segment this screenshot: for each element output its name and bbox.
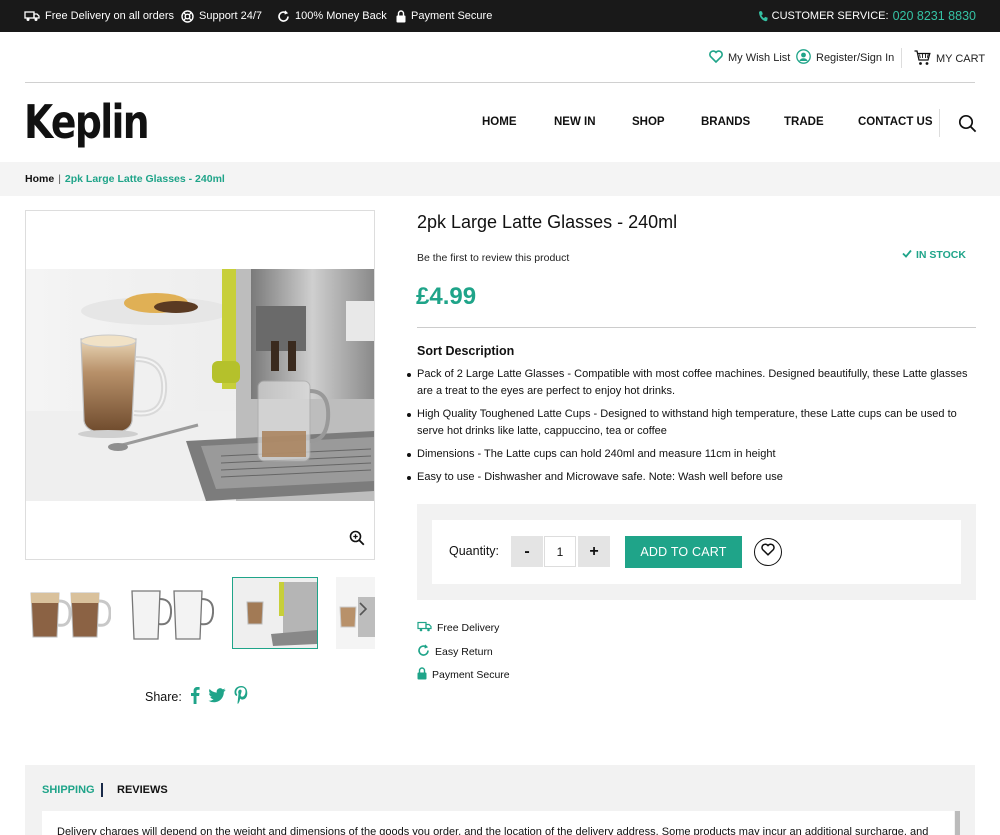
twitter-icon[interactable] <box>208 687 226 706</box>
facebook-icon[interactable] <box>190 686 200 707</box>
wishlist-label: My Wish List <box>728 52 791 64</box>
register-signin-label: Register/Sign In <box>816 52 895 64</box>
quantity-increase-button[interactable]: + <box>578 536 610 567</box>
nav-trade[interactable]: TRADE <box>784 116 824 128</box>
description-item: Dimensions - The Latte cups can hold 240… <box>407 446 972 463</box>
customer-service: CUSTOMER SERVICE: 020 8231 8830 <box>758 0 976 32</box>
nav-shop[interactable]: SHOP <box>632 116 665 128</box>
breadcrumb-separator: | <box>58 173 61 185</box>
user-icon <box>796 49 811 67</box>
money-back-text: 100% Money Back <box>295 10 387 22</box>
free-delivery-text: Free Delivery on all orders <box>45 10 174 22</box>
stock-label: IN STOCK <box>916 249 966 261</box>
payment-secure-text: Payment Secure <box>411 10 493 22</box>
quantity-label: Quantity: <box>449 544 500 558</box>
tab-reviews[interactable]: REVIEWS <box>117 784 168 796</box>
feature-free-delivery: Free Delivery <box>417 621 499 635</box>
description-title: Sort Description <box>417 344 515 358</box>
review-link[interactable]: Be the first to review this product <box>417 252 569 264</box>
support-notice: Support 24/7 <box>181 0 262 32</box>
top-bar: Free Delivery on all orders Support 24/7… <box>0 0 1000 32</box>
customer-service-phone[interactable]: 020 8231 8830 <box>893 9 976 23</box>
search-icon[interactable] <box>958 114 977 138</box>
description-item: Easy to use - Dishwasher and Microwave s… <box>407 469 972 486</box>
tab-shipping[interactable]: SHIPPING <box>42 784 95 796</box>
feature-label: Payment Secure <box>432 669 510 681</box>
truck-icon <box>24 10 40 22</box>
pinterest-icon[interactable] <box>234 686 248 707</box>
product-title: 2pk Large Latte Glasses - 240ml <box>417 212 678 232</box>
cart-icon <box>914 49 931 69</box>
thumbnail-1[interactable] <box>25 577 111 649</box>
thumbnail-4-partial[interactable] <box>336 577 375 649</box>
logo[interactable]: Keplin <box>24 96 150 148</box>
description-item: High Quality Toughened Latte Cups - Desi… <box>407 406 972 440</box>
nav-new-in[interactable]: NEW IN <box>554 116 596 128</box>
refresh-icon <box>277 9 290 23</box>
nav-brands[interactable]: BRANDS <box>701 116 750 128</box>
description-item: Pack of 2 Large Latte Glasses - Compatib… <box>407 366 972 400</box>
thumbnail-3-selected[interactable] <box>232 577 318 649</box>
feature-payment-secure: Payment Secure <box>417 667 510 683</box>
wishlist-link[interactable]: My Wish List <box>709 48 790 68</box>
stock-status: IN STOCK <box>902 249 966 261</box>
main-product-image[interactable] <box>25 210 375 560</box>
share-bar: Share: <box>145 686 248 707</box>
register-signin-link[interactable]: Register/Sign In <box>796 48 894 68</box>
support-text: Support 24/7 <box>199 10 262 22</box>
payment-secure-notice: Payment Secure <box>396 0 492 32</box>
thumbnail-2[interactable] <box>128 577 214 649</box>
feature-easy-return: Easy Return <box>417 644 493 660</box>
thumbnail-next-arrow[interactable] <box>358 601 368 622</box>
check-icon <box>902 249 912 261</box>
my-cart-label: MY CART <box>936 53 986 65</box>
add-to-cart-panel: Quantity: - + ADD TO CART <box>417 504 976 600</box>
feature-label: Free Delivery <box>437 622 500 634</box>
truck-icon <box>417 621 432 635</box>
nav-divider <box>939 109 940 137</box>
refresh-icon <box>417 644 430 660</box>
tab-divider <box>101 783 103 797</box>
product-tabs: SHIPPING REVIEWS Delivery charges will d… <box>25 765 975 835</box>
money-back-notice: 100% Money Back <box>277 0 387 32</box>
breadcrumb-home[interactable]: Home <box>25 173 54 185</box>
add-to-wishlist-button[interactable] <box>754 538 782 566</box>
add-to-cart-inner: Quantity: - + ADD TO CART <box>432 520 961 584</box>
quantity-input[interactable] <box>544 536 576 567</box>
shipping-panel: Delivery charges will depend on the weig… <box>42 811 954 835</box>
heart-icon <box>761 543 775 561</box>
lock-icon <box>417 667 427 683</box>
shipping-text: Delivery charges will depend on the weig… <box>57 826 929 835</box>
share-label: Share: <box>145 689 182 704</box>
phone-icon <box>758 10 768 22</box>
panel-scrollbar[interactable] <box>955 811 960 835</box>
heart-icon <box>709 50 723 66</box>
nav-home[interactable]: HOME <box>482 116 517 128</box>
quantity-decrease-button[interactable]: - <box>511 536 543 567</box>
price-divider <box>417 327 976 328</box>
util-divider <box>901 48 902 68</box>
free-delivery-notice: Free Delivery on all orders <box>24 0 174 32</box>
lock-icon <box>396 9 406 23</box>
description-list: Pack of 2 Large Latte Glasses - Compatib… <box>407 366 972 492</box>
zoom-icon[interactable] <box>349 530 365 551</box>
product-price: £4.99 <box>416 283 477 310</box>
customer-service-label: CUSTOMER SERVICE: <box>771 10 889 22</box>
feature-label: Easy Return <box>435 646 493 658</box>
breadcrumb: Home | 2pk Large Latte Glasses - 240ml <box>0 162 1000 196</box>
header-divider <box>25 82 975 83</box>
nav-contact-us[interactable]: CONTACT US <box>858 116 933 128</box>
breadcrumb-current: 2pk Large Latte Glasses - 240ml <box>64 173 225 185</box>
latte-glass-photo <box>26 269 374 501</box>
lifebuoy-icon <box>181 9 194 23</box>
add-to-cart-button[interactable]: ADD TO CART <box>625 536 742 568</box>
my-cart-link[interactable]: MY CART <box>914 49 985 69</box>
